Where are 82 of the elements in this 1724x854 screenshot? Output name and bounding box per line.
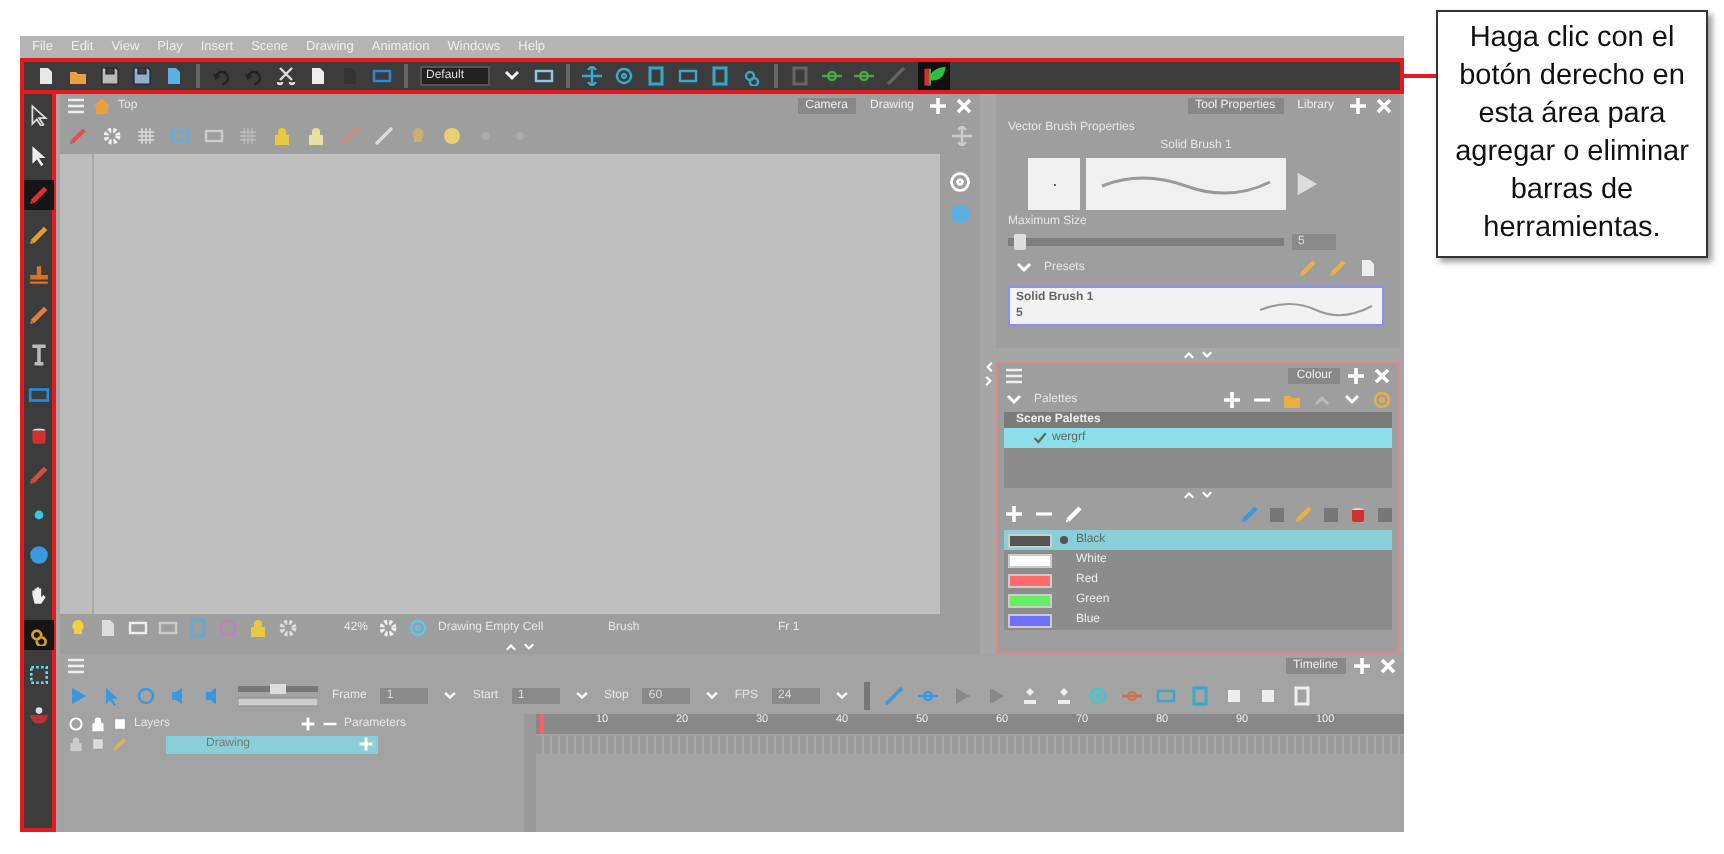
plus-icon[interactable] [1004,504,1024,524]
rectangle-icon[interactable] [372,66,392,86]
gear-icon[interactable] [102,126,122,146]
grid-icon[interactable] [238,126,258,146]
node-icon[interactable] [854,66,875,86]
swatch-box[interactable] [1270,507,1284,521]
menu-icon[interactable] [66,96,86,116]
chevron-down-icon[interactable] [522,640,536,654]
plus-icon[interactable] [300,716,316,732]
size-slider[interactable] [1008,238,1284,246]
keyframe-icon[interactable] [1020,686,1041,706]
callout-text: Haga clic con el botón derecho en esta área para agregar o eliminar barras de herramientas. [1436,10,1708,258]
document-icon[interactable] [36,66,56,86]
gear-icon[interactable] [378,617,398,637]
plus-icon[interactable] [1352,656,1372,676]
target-icon[interactable] [614,66,635,86]
menu-icon[interactable] [66,656,86,676]
scissors-icon[interactable] [276,66,296,86]
caret-icon[interactable] [502,66,523,86]
node-icon[interactable] [918,686,939,706]
chevron-down-icon[interactable] [1200,348,1214,362]
plus-icon[interactable] [1348,96,1368,116]
playback-speed-slider[interactable] [238,684,318,708]
plus-icon[interactable] [1222,390,1242,410]
close-icon[interactable] [1374,96,1394,116]
pen-icon[interactable] [1064,504,1084,524]
document-icon[interactable] [164,66,184,86]
plus-icon[interactable] [1346,366,1366,386]
arrow-down-icon[interactable] [1342,390,1362,410]
gear-icon[interactable] [278,617,298,637]
close-icon[interactable] [1378,656,1398,676]
square-icon[interactable] [710,66,731,86]
brush-tip-preview [1028,158,1080,210]
menu-icon[interactable] [1004,366,1024,386]
bulb-icon[interactable] [408,126,428,146]
swatch-box[interactable] [1378,507,1392,521]
rings-icon[interactable] [742,66,763,86]
plus-icon[interactable] [928,96,948,116]
grid-icon[interactable] [136,126,156,146]
swatch-box[interactable] [1324,507,1338,521]
node-icon[interactable] [1122,686,1143,706]
square-icon[interactable] [1224,686,1245,706]
line-icon[interactable] [884,686,905,706]
chevron-up-icon[interactable] [1182,348,1196,362]
chevron-up-icon[interactable] [504,640,518,654]
plus-icon[interactable] [358,736,374,752]
copy-icon[interactable] [308,66,328,86]
play-icon[interactable] [1292,170,1320,198]
rectangle-icon[interactable] [678,66,699,86]
square-icon[interactable] [646,66,667,86]
keyframe-icon[interactable] [1054,686,1075,706]
square-icon[interactable] [112,716,128,732]
play-icon[interactable] [986,686,1007,706]
square-icon[interactable] [1258,686,1279,706]
square-icon[interactable] [90,736,106,752]
arrow-up-icon[interactable] [1312,390,1332,410]
oval-icon[interactable] [442,126,462,146]
folder-icon[interactable] [68,66,88,86]
play-icon[interactable] [68,686,88,706]
chevron-right-icon[interactable] [981,374,995,388]
close-icon[interactable] [1372,366,1392,386]
dot-icon [1060,536,1068,544]
undo-icon[interactable] [212,66,232,86]
bulb-icon[interactable] [68,617,88,637]
rectangle-icon[interactable] [534,66,555,86]
check-icon[interactable] [1032,430,1048,446]
lock-icon[interactable] [248,617,268,637]
node-icon[interactable] [822,66,843,86]
move-icon[interactable] [582,66,603,86]
play-icon[interactable] [952,686,973,706]
lock-icon[interactable] [272,126,292,146]
chevron-up-icon[interactable] [1182,488,1196,502]
circle-icon[interactable] [136,686,156,706]
lock-icon[interactable] [306,126,326,146]
paint-bucket-icon[interactable] [1348,504,1368,524]
lock-icon[interactable] [68,736,84,752]
square-icon[interactable] [790,66,811,86]
line-icon[interactable] [886,66,907,86]
chevron-down-icon[interactable] [1200,488,1214,502]
close-icon[interactable] [954,96,974,116]
chevron-left-icon[interactable] [981,360,995,374]
leaf-icon[interactable] [918,60,951,92]
